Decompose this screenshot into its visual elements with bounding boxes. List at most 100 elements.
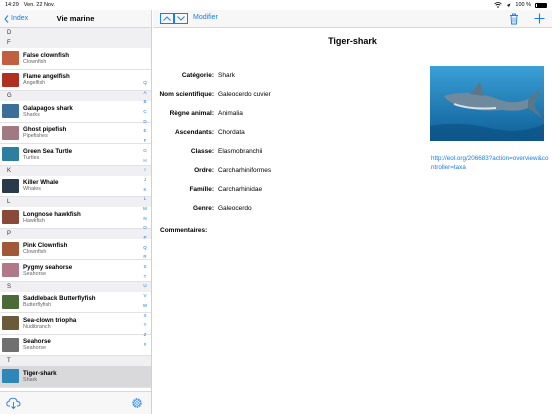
index-letter[interactable]: D (143, 117, 146, 127)
app-window: 14:29 Ven. 22 Nov. 100 % Index Vie marin… (0, 0, 552, 414)
status-time: 14:29 (5, 2, 19, 8)
species-category: Shark (23, 376, 38, 383)
index-letter[interactable]: O (143, 223, 147, 233)
cloud-sync-icon[interactable] (6, 397, 21, 409)
field-row: Nom scientifique: Galeocerdo cuvier (153, 85, 413, 104)
species-category: Angelfish (23, 80, 46, 86)
species-list[interactable]: D F False clownfish Clownfish Flame angelfis… (0, 28, 151, 391)
list-item[interactable]: Seahorse Seahorse (0, 335, 151, 356)
list-item[interactable]: Galapagos shark Sharks (0, 101, 151, 123)
status-bar: 14:29 Ven. 22 Nov. 100 % (0, 0, 552, 10)
index-letter[interactable]: R (143, 252, 146, 262)
index-letter[interactable]: Q (143, 78, 147, 88)
battery-percent: 100 % (515, 2, 531, 8)
modify-button[interactable]: Modifier (193, 14, 218, 21)
species-category: Clownfish (23, 249, 47, 255)
index-letter[interactable]: X (143, 311, 146, 321)
index-letter[interactable]: E (143, 126, 146, 136)
list-item[interactable]: Ghost pipefish Pipefishes (0, 123, 151, 144)
add-icon[interactable] (534, 13, 545, 24)
index-letter[interactable]: J (144, 175, 146, 185)
field-label: Règne animal: (169, 110, 214, 117)
settings-gear-icon[interactable] (131, 397, 143, 409)
index-letter[interactable]: A (143, 88, 146, 98)
index-letter[interactable]: M (143, 204, 147, 214)
index-letter[interactable]: # (144, 340, 147, 350)
sidebar-footer (0, 391, 151, 414)
index-letter[interactable]: B (143, 97, 146, 107)
list-item[interactable]: Saddleback Butterflyfish Butterflyfish (0, 292, 151, 313)
species-thumbnail (2, 178, 19, 193)
wifi-icon (494, 2, 503, 8)
species-name: Killer Whale (23, 179, 59, 186)
species-thumbnail (2, 51, 19, 66)
field-row: Catégorie: Shark (153, 66, 413, 85)
species-category: Nudibranch (23, 323, 51, 330)
species-name: Galapagos shark (23, 104, 73, 112)
field-value: Galeocerdo (218, 205, 252, 212)
location-icon (506, 3, 511, 7)
species-category: Pipefishes (23, 133, 48, 139)
species-thumbnail (2, 210, 19, 225)
index-letter[interactable]: I (144, 165, 145, 175)
index-letter[interactable]: P (143, 233, 146, 243)
index-letter[interactable]: H (143, 156, 146, 166)
species-name: Pygmy seahorse (23, 263, 73, 271)
index-letter[interactable]: G (143, 146, 147, 156)
previous-button[interactable] (160, 13, 174, 24)
species-category: Butterflyfish (23, 302, 52, 308)
species-fields: Catégorie: Shark Nom scientifique: Galeocer… (153, 66, 413, 218)
section-header: T (0, 356, 151, 366)
trash-icon[interactable] (509, 13, 519, 25)
chevron-left-icon (4, 14, 9, 23)
sidebar: Index Vie marine D F False clownfish Clownf… (0, 10, 152, 414)
index-letter[interactable]: S (143, 262, 146, 272)
species-category: Sharks (23, 111, 40, 118)
list-item[interactable]: Pink Clownfish Clownfish (0, 239, 151, 260)
species-name: Saddleback Butterflyfish (23, 295, 96, 302)
species-name: Sea-clown triopha (23, 316, 77, 324)
section-header: K (0, 165, 151, 176)
index-letter[interactable]: Y (143, 320, 146, 330)
index-letter[interactable]: Q (143, 243, 147, 253)
index-letter[interactable]: T (144, 272, 147, 282)
eol-link[interactable]: http://eol.org/206683?action=overview&co… (431, 155, 549, 172)
index-letter[interactable]: V (143, 291, 146, 301)
species-thumbnail (2, 72, 19, 87)
list-item[interactable]: Longnose hawkfish Hawkfish (0, 207, 151, 229)
detail-toolbar: Modifier (153, 10, 552, 28)
back-button[interactable]: Index (4, 14, 28, 23)
list-item[interactable]: Green Sea Turtle Turtles (0, 144, 151, 166)
species-name: False clownfish (23, 51, 70, 59)
species-category: Seahorse (23, 345, 47, 351)
alphabet-index[interactable]: Q A B C D E F G H I J K L M N O P Q R S T U V W X Y Z # (142, 78, 148, 349)
index-letter[interactable]: F (144, 136, 147, 146)
species-thumbnail (2, 316, 19, 331)
index-letter[interactable]: K (143, 185, 146, 195)
field-label: Ascendants: (174, 129, 214, 136)
species-thumbnail (2, 263, 19, 278)
field-label: Classe: (190, 148, 214, 155)
next-button[interactable] (174, 13, 188, 24)
battery-icon (535, 2, 547, 8)
field-label: Catégorie: (181, 72, 214, 79)
index-letter[interactable]: L (144, 194, 147, 204)
list-item[interactable]: Flame angelfish Angelfish (0, 70, 151, 91)
status-date: Ven. 22 Nov. (23, 2, 55, 8)
list-item[interactable]: Killer Whale Whales (0, 176, 151, 197)
index-letter[interactable]: N (143, 214, 146, 224)
species-category: Hawkfish (23, 217, 45, 224)
list-item[interactable]: Pygmy seahorse Seahorse (0, 260, 151, 282)
species-thumbnail (2, 147, 19, 162)
list-item[interactable]: Tiger-shark Shark (0, 366, 151, 388)
index-letter[interactable]: W (143, 301, 147, 311)
list-item[interactable]: False clownfish Clownfish (0, 48, 151, 70)
species-category: Clownfish (23, 58, 47, 65)
index-letter[interactable]: Z (144, 330, 147, 340)
index-letter[interactable]: U (143, 281, 146, 291)
species-thumbnail (2, 337, 19, 352)
list-item[interactable]: Sea-clown triopha Nudibranch (0, 313, 151, 335)
section-header: P (0, 228, 151, 239)
section-header: F (0, 38, 151, 48)
index-letter[interactable]: C (143, 107, 146, 117)
